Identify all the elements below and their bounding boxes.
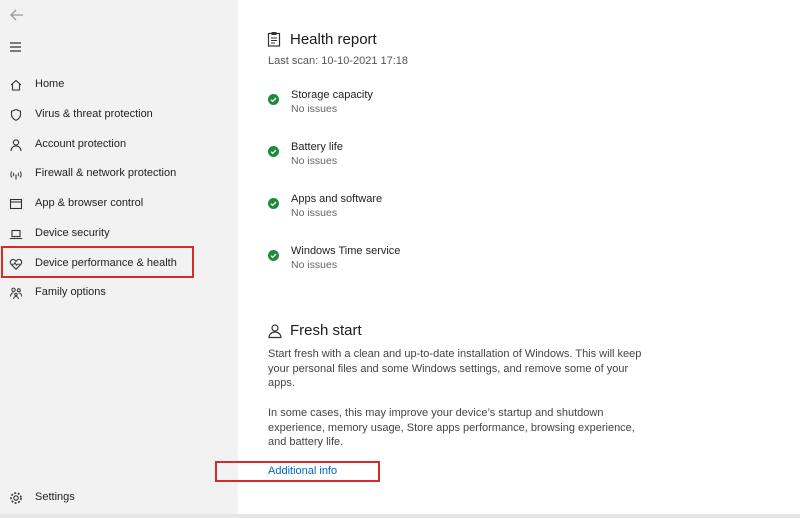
highlight-box: [1, 246, 194, 278]
family-icon: [8, 285, 23, 300]
green-check-icon: [268, 248, 279, 261]
health-item-title: Apps and software: [291, 193, 383, 205]
user-refresh-icon: [267, 323, 283, 339]
health-item-time-service: Windows Time service No issues: [268, 245, 568, 275]
health-item-battery: Battery life No issues: [268, 141, 568, 171]
green-check-icon: [268, 144, 279, 157]
sidebar-item-label: App & browser control: [35, 197, 144, 209]
bottom-border: [0, 514, 800, 518]
back-arrow-icon[interactable]: [8, 6, 26, 24]
health-item-storage: Storage capacity No issues: [268, 89, 568, 119]
fresh-start-description: Start fresh with a clean and up-to-date …: [268, 348, 642, 389]
health-item-title: Storage capacity: [291, 89, 373, 101]
shield-icon: [8, 107, 23, 122]
sidebar-item-label: Family options: [35, 286, 106, 298]
health-item-title: Windows Time service: [291, 245, 401, 257]
health-item-status: No issues: [291, 155, 338, 167]
sidebar-item-label: Home: [35, 78, 65, 90]
clipboard-icon: [267, 31, 283, 47]
health-item-title: Battery life: [291, 141, 343, 153]
sidebar-item-firewall-network-protection[interactable]: Firewall & network protection: [0, 159, 238, 187]
sidebar-item-label: Account protection: [35, 138, 127, 150]
green-check-icon: [268, 196, 279, 209]
health-item-status: No issues: [291, 103, 338, 115]
sidebar-item-label: Settings: [35, 491, 75, 503]
main-content: Health report Last scan: 10-10-2021 17:1…: [238, 0, 800, 518]
sidebar-item-device-security[interactable]: Device security: [0, 219, 238, 247]
sidebar-item-virus-threat-protection[interactable]: Virus & threat protection: [0, 100, 238, 128]
hamburger-menu-icon[interactable]: [8, 40, 24, 54]
gear-icon: [8, 490, 23, 505]
sidebar-item-label: Device security: [35, 227, 110, 239]
wifi-icon: [8, 166, 23, 181]
sidebar-item-family-options[interactable]: Family options: [0, 278, 238, 306]
health-report-title: Health report: [290, 31, 377, 48]
health-item-status: No issues: [291, 207, 338, 219]
link-highlight-box: [215, 461, 380, 482]
person-icon: [8, 137, 23, 152]
green-check-icon: [268, 92, 279, 105]
health-item-apps: Apps and software No issues: [268, 193, 568, 223]
fresh-start-title: Fresh start: [290, 322, 362, 339]
last-scan-text: Last scan: 10-10-2021 17:18: [268, 55, 409, 67]
fresh-start-benefits: In some cases, this may improve your dev…: [268, 407, 635, 448]
sidebar-item-home[interactable]: Home: [0, 70, 238, 98]
laptop-icon: [8, 226, 23, 241]
sidebar-item-label: Virus & threat protection: [35, 108, 153, 120]
sidebar-item-settings[interactable]: Settings: [0, 483, 238, 511]
health-item-status: No issues: [291, 259, 338, 271]
browser-window-icon: [8, 196, 23, 211]
home-icon: [8, 77, 23, 92]
sidebar-item-account-protection[interactable]: Account protection: [0, 130, 238, 158]
sidebar-item-app-browser-control[interactable]: App & browser control: [0, 189, 238, 217]
sidebar-item-label: Firewall & network protection: [35, 167, 177, 179]
